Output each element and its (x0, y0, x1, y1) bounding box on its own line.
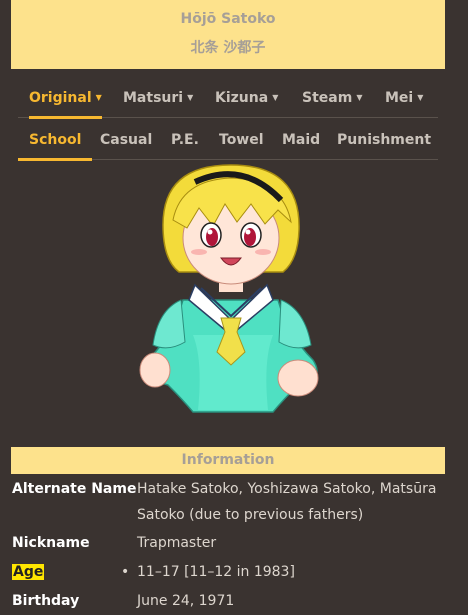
tab-casual[interactable]: Casual (100, 120, 152, 160)
tab-mei[interactable]: Mei ▼ (385, 78, 423, 118)
info-row-birthday: Birthday June 24, 1971 (12, 590, 452, 615)
tab-original[interactable]: Original ▼ (29, 78, 102, 119)
chevron-down-icon: ▼ (272, 93, 279, 102)
tab-label: Kizuna (215, 90, 269, 106)
character-name-kanji: 北条 沙都子 (190, 40, 266, 56)
tab-towel[interactable]: Towel (219, 120, 264, 160)
character-header: Hōjō Satoko 北条 沙都子 (11, 0, 445, 69)
info-row-nickname: Nickname Trapmaster (12, 532, 452, 558)
outfit-tabs: School Casual P.E. Towel Maid Punishment (18, 120, 438, 161)
tab-label: Matsuri (123, 90, 184, 106)
info-value: • 11–17 [11–12 in 1983] (121, 559, 447, 585)
tab-steam[interactable]: Steam ▼ (302, 78, 362, 118)
bullet-icon: • (121, 564, 130, 580)
version-tabs: Original ▼ Matsuri ▼ Kizuna ▼ Steam ▼ Mei ▼ (18, 78, 438, 119)
tab-label: Mei (385, 90, 414, 106)
tab-pe[interactable]: P.E. (171, 120, 199, 160)
highlighted-label: Age (12, 564, 45, 580)
information-header: Information (11, 447, 445, 474)
tab-label: Original (29, 90, 92, 106)
tab-punishment[interactable]: Punishment (337, 120, 431, 160)
info-key: Birthday (12, 593, 80, 609)
tab-label: Steam (302, 90, 353, 106)
info-row-alternate-name: Alternate Name Hatake Satoko, Yoshizawa … (12, 478, 452, 530)
chevron-down-icon: ▼ (187, 93, 194, 102)
chevron-down-icon: ▼ (356, 93, 363, 102)
info-value: Hatake Satoko, Yoshizawa Satoko, Matsūra… (137, 481, 437, 523)
tab-kizuna[interactable]: Kizuna ▼ (215, 78, 278, 118)
tab-school[interactable]: School (18, 120, 93, 161)
chevron-down-icon: ▼ (417, 93, 424, 102)
info-key: Alternate Name (12, 481, 137, 497)
info-row-age: Age • 11–17 [11–12 in 1983] (12, 561, 452, 587)
info-key: Age (12, 564, 45, 580)
info-value: Trapmaster (137, 535, 217, 551)
character-name-romaji: Hōjō Satoko (180, 11, 276, 27)
chevron-down-icon: ▼ (95, 93, 102, 102)
tab-matsuri[interactable]: Matsuri ▼ (123, 78, 193, 118)
age-value: 11–17 [11–12 in 1983] (137, 564, 295, 580)
info-value: June 24, 1971 (137, 593, 235, 609)
tab-maid[interactable]: Maid (282, 120, 320, 160)
info-key: Nickname (12, 535, 90, 551)
character-portrait (139, 164, 319, 413)
